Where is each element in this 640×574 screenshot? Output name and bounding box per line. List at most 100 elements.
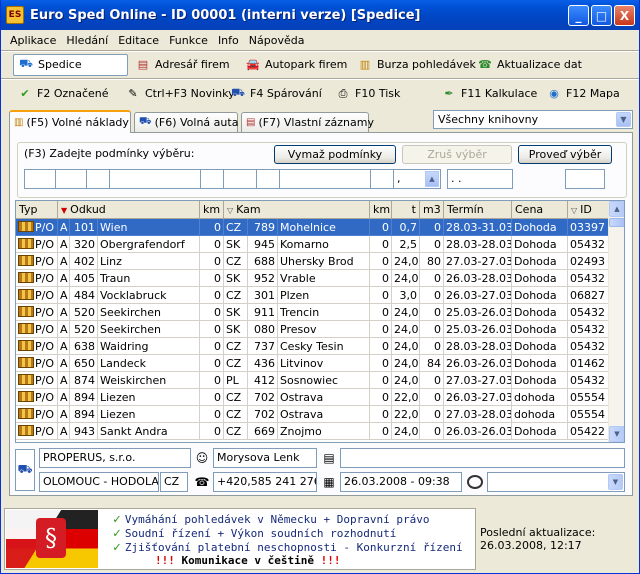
tab-vlastni-zaznamy[interactable]: ▤ (F7) Vlastní záznamy	[241, 112, 374, 132]
menu-napoveda[interactable]: Nápověda	[244, 34, 310, 47]
filter-date-field[interactable]: . .	[447, 169, 513, 189]
col-km-from[interactable]: km	[200, 201, 224, 219]
autopark-firem-button[interactable]: 🚘 Autopark firem	[241, 54, 351, 76]
burza-pohledavek-button[interactable]: ▥ Burza pohledávek	[353, 54, 480, 76]
phone-field[interactable]: +420,585 241 276	[213, 472, 317, 492]
menu-aplikace[interactable]: Aplikace	[5, 34, 61, 47]
filter-to-city-field[interactable]	[279, 169, 371, 189]
table-cell: 24,0	[392, 321, 420, 338]
menu-hledani[interactable]: Hledání	[61, 34, 113, 47]
table-row[interactable]: P/O A 520 Seekirchen 0 SK 911 Trencin 0 24,0 0 25.0…	[16, 304, 610, 321]
apply-selection-button[interactable]: Proveď výběr	[518, 145, 612, 164]
f11-kalkulace-button[interactable]: ✒ F11 Kalkulace	[437, 83, 541, 105]
filter-from-city-field[interactable]	[109, 169, 201, 189]
table-row[interactable]: P/O A 874 Weiskirchen 0 PL 412 Sosnowiec 0 24,0 0 2…	[16, 372, 610, 389]
menu-funkce[interactable]: Funkce	[164, 34, 213, 47]
globe-icon: ◉	[549, 87, 559, 100]
clear-conditions-button[interactable]: Vymaž podmínky	[274, 145, 396, 164]
col-km-to[interactable]: km	[370, 201, 392, 219]
table-cell: 05422	[568, 423, 610, 440]
table-cell: 0	[370, 338, 392, 355]
cargo-grid[interactable]: Typ ▼ Odkud km ▽ Kam km t m3 Termín Cena ▽…	[15, 200, 625, 443]
table-row[interactable]: P/O A 101 Wien 0 CZ 789 Mohelnice 0 0,7 0 28.03-31.…	[16, 219, 610, 236]
table-row[interactable]: P/O A 320 Obergrafendorf 0 SK 945 Komarno 0 2,5 0 2…	[16, 236, 610, 253]
scroll-thumb[interactable]	[609, 218, 624, 227]
table-row[interactable]: P/O A 943 Sankt Andra 0 CZ 669 Znojmo 0 24,0 0 26.0…	[16, 423, 610, 440]
f2-oznacene-button[interactable]: ✔ F2 Označené	[13, 83, 113, 105]
col-termin[interactable]: Termín	[444, 201, 512, 219]
table-row[interactable]: P/O A 405 Traun 0 SK 952 Vrable 0 24,0 0 26.03-28.0…	[16, 270, 610, 287]
spedice-button[interactable]: ⛟ Spedice	[13, 53, 128, 76]
scroll-up-icon[interactable]: ▲	[609, 201, 624, 217]
col-kam[interactable]: ▽ Kam	[224, 201, 370, 219]
cell-text: 06827	[570, 289, 605, 302]
table-cell: CZ	[224, 338, 248, 355]
menu-editace[interactable]: Editace	[113, 34, 164, 47]
cell-text: CZ	[226, 391, 242, 404]
minimize-button[interactable]: _	[568, 5, 589, 26]
spin-up-icon[interactable]: ▲	[425, 171, 439, 187]
table-row[interactable]: P/O A 484 Vocklabruck 0 CZ 301 Plzen 0 3,0 0 26.03-…	[16, 287, 610, 304]
chevron-down-icon[interactable]: ▼	[608, 474, 623, 490]
cell-text: CZ	[226, 289, 242, 302]
ctrl-f3-novinky-button[interactable]: ✎ Ctrl+F3 Novinky	[121, 83, 239, 105]
col-id[interactable]: ▽ ID	[568, 201, 610, 219]
filter-typ-field[interactable]	[24, 169, 56, 189]
table-cell: 0	[420, 304, 444, 321]
country-field[interactable]: CZ	[160, 472, 188, 492]
vertical-scrollbar[interactable]: ▲ ▼	[608, 201, 624, 442]
filter-to-zip-field[interactable]	[256, 169, 280, 189]
filter-weight-field[interactable]: , ▲	[393, 169, 441, 189]
col-odkud[interactable]: ▼ Odkud	[58, 201, 200, 219]
table-row[interactable]: P/O A 894 Liezen 0 CZ 702 Ostrava 0 22,0 0 27.03-28…	[16, 406, 610, 423]
title-bar[interactable]: ES Euro Sped Online - ID 00001 (interni …	[1, 0, 639, 30]
exclamation-right: !!!	[320, 554, 341, 567]
table-cell: 0	[420, 321, 444, 338]
col-cena[interactable]: Cena	[512, 201, 568, 219]
table-row[interactable]: P/O A 638 Waidring 0 CZ 737 Cesky Tesin 0 24,0 0 28…	[16, 338, 610, 355]
table-row[interactable]: P/O A 650 Landeck 0 CZ 436 Litvinov 0 24,0 84 26.03…	[16, 355, 610, 372]
city-field[interactable]: OLOMOUC - HODOLA	[39, 472, 159, 492]
app-window: ES Euro Sped Online - ID 00001 (interni …	[0, 0, 640, 574]
cell-text: 0	[214, 272, 221, 285]
filter-to-country-field[interactable]	[223, 169, 257, 189]
filter-label: (F3) Zadejte podmínky výběru:	[24, 147, 195, 160]
cell-text: 0	[382, 425, 389, 438]
f12-mapa-button[interactable]: ◉ F12 Mapa	[542, 83, 624, 105]
filter-zip-field[interactable]	[86, 169, 110, 189]
filter-id-field[interactable]	[565, 169, 605, 189]
filter-to-km-field[interactable]	[370, 169, 394, 189]
f10-tisk-button[interactable]: ⎙ F10 Tisk	[331, 83, 404, 105]
cell-text: Dohoda	[514, 255, 557, 268]
col-typ[interactable]: Typ	[16, 201, 58, 219]
library-select[interactable]: Všechny knihovny ▼	[433, 110, 633, 129]
close-button[interactable]: X	[614, 5, 635, 26]
menu-info[interactable]: Info	[213, 34, 244, 47]
table-cell: 0	[200, 321, 224, 338]
filter-country-field[interactable]	[55, 169, 87, 189]
aktualizace-dat-button[interactable]: ☎ Aktualizace dat	[473, 54, 586, 76]
cell-text: 26.03-27.03	[446, 289, 512, 302]
company-field[interactable]: PROPERUS, s.r.o.	[39, 448, 191, 468]
cell-text: P/O	[35, 391, 54, 404]
adresar-firem-button[interactable]: ▤ Adresář firem	[131, 54, 234, 76]
scroll-down-icon[interactable]: ▼	[609, 426, 624, 442]
table-cell: 0	[420, 423, 444, 440]
col-t[interactable]: t	[392, 201, 420, 219]
tab-volna-auta[interactable]: ⛟ (F6) Volná auta	[134, 112, 238, 132]
note-field[interactable]	[340, 448, 625, 468]
maximize-button[interactable]: □	[591, 5, 612, 26]
undo-selection-button[interactable]: Zruš výběr	[402, 145, 512, 164]
col-m3[interactable]: m3	[420, 201, 444, 219]
f4-parovani-button[interactable]: ⛟ F4 Spárování	[226, 83, 326, 105]
tab-volne-naklady[interactable]: ▥ (F5) Volné náklady	[9, 110, 131, 133]
chevron-down-icon[interactable]: ▼	[616, 112, 631, 127]
table-row[interactable]: P/O A 402 Linz 0 CZ 688 Uhersky Brod 0 24,0 80 27.0…	[16, 253, 610, 270]
advert-banner[interactable]: § ✓ Vymáhání pohledávek v Německu + Dopra…	[4, 508, 476, 570]
date-field[interactable]: 26.03.2008 - 09:38	[340, 472, 462, 492]
filter-km-field[interactable]	[200, 169, 224, 189]
contact-field[interactable]: Morysova Lenk	[213, 448, 317, 468]
table-row[interactable]: P/O A 520 Seekirchen 0 SK 080 Presov 0 24,0 0 25.03…	[16, 321, 610, 338]
table-row[interactable]: P/O A 894 Liezen 0 CZ 702 Ostrava 0 22,0 0 26.03-27…	[16, 389, 610, 406]
status-combo[interactable]: ▼	[487, 472, 625, 492]
